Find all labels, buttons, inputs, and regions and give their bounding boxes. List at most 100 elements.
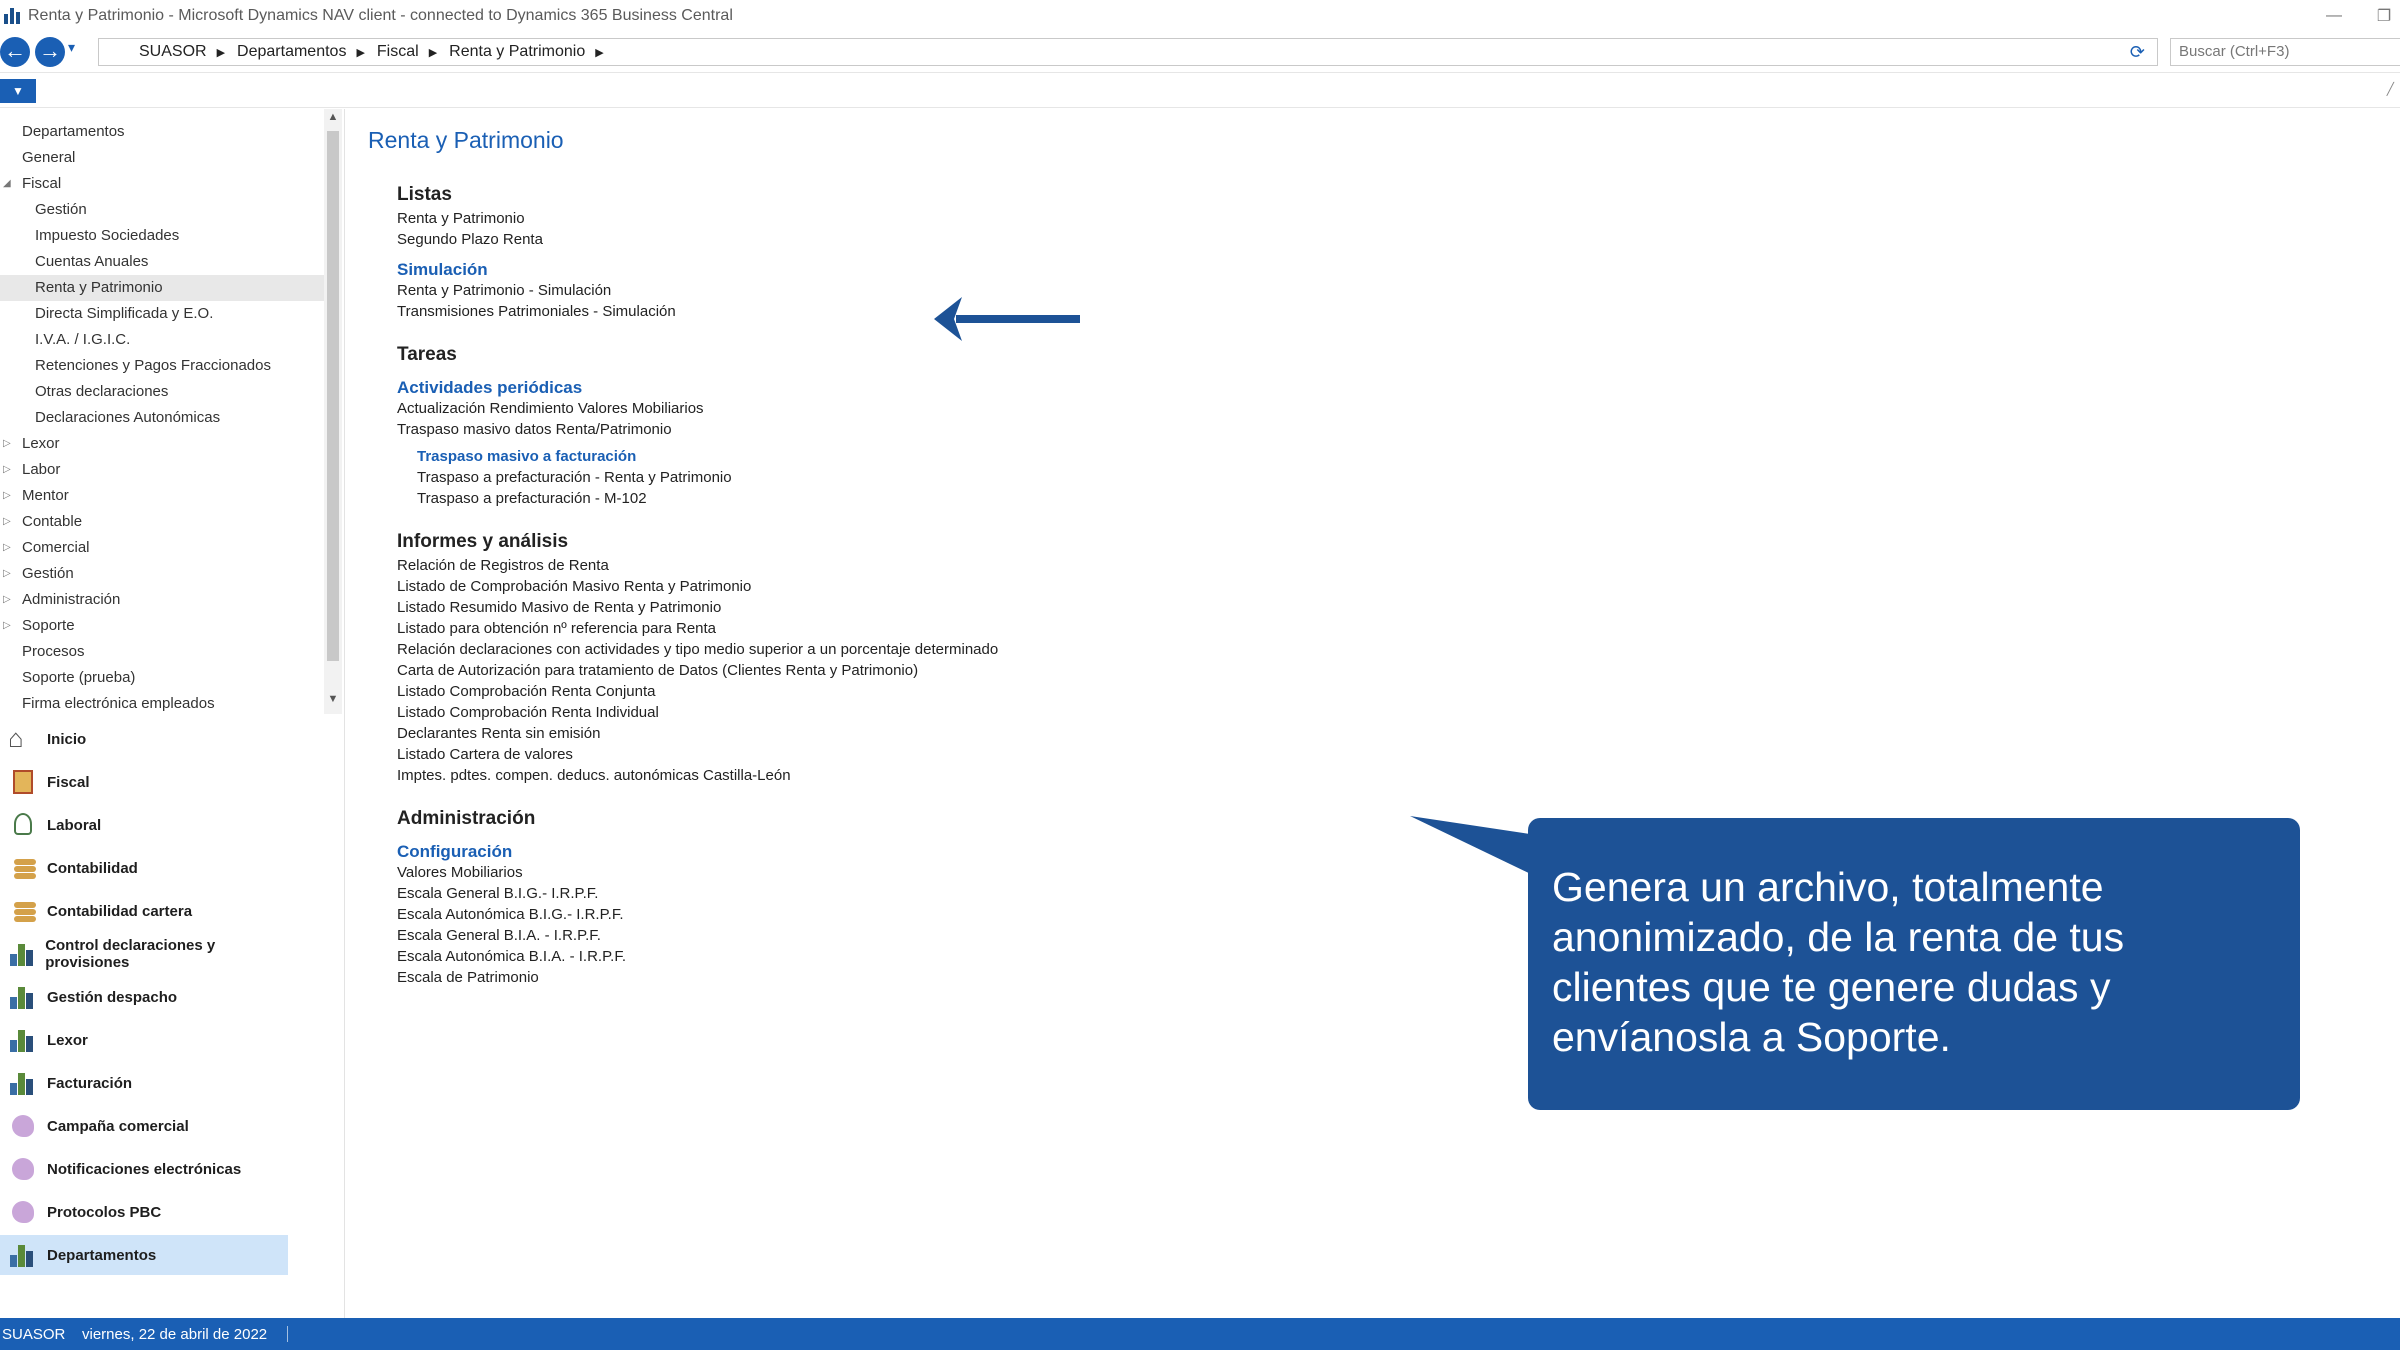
breadcrumb-item[interactable]: Fiscal — [377, 43, 419, 61]
tree-item[interactable]: ▷ Gestión — [0, 561, 324, 587]
tree-item[interactable]: Directa Simplificada y E.O. — [0, 301, 324, 327]
tree-item[interactable]: I.V.A. / I.G.I.C. — [0, 327, 324, 353]
ribbon-toggle-button[interactable]: ▼ — [0, 79, 36, 103]
action-link[interactable]: Escala Autonómica B.I.A. - I.R.P.F. — [397, 948, 626, 965]
expand-icon[interactable]: ▷ — [3, 535, 11, 561]
expand-icon[interactable]: ▷ — [3, 561, 11, 587]
expand-icon[interactable]: ▷ — [3, 509, 11, 535]
tree-item[interactable]: ◢ Fiscal — [0, 171, 324, 197]
action-link[interactable]: Carta de Autorización para tratamiento d… — [397, 662, 918, 679]
tree-item[interactable]: Retenciones y Pagos Fraccionados — [0, 353, 324, 379]
action-link[interactable]: Relación declaraciones con actividades y… — [397, 641, 998, 658]
action-link[interactable]: Escala General B.I.A. - I.R.P.F. — [397, 927, 601, 944]
expand-icon[interactable]: ▷ — [3, 431, 11, 457]
tree-item[interactable]: ▷ Contable — [0, 509, 324, 535]
breadcrumb-item[interactable]: SUASOR — [139, 43, 207, 61]
module-label: Fiscal — [47, 773, 90, 791]
action-link[interactable]: Listado de Comprobación Masivo Renta y P… — [397, 578, 751, 595]
breadcrumb-item[interactable]: Departamentos — [237, 43, 346, 61]
refresh-icon[interactable]: ⟳ — [2130, 42, 2145, 63]
scroll-up-icon[interactable]: ▲ — [326, 111, 340, 123]
action-link[interactable]: Escala de Patrimonio — [397, 969, 539, 986]
action-link[interactable]: Escala Autonómica B.I.G.- I.R.P.F. — [397, 906, 624, 923]
module-button[interactable]: Gestión despacho — [0, 977, 288, 1017]
address-bar[interactable]: SUASOR ▶ Departamentos ▶ Fiscal ▶ Renta y Patr… — [98, 38, 2158, 66]
tree-item-label: Soporte — [22, 617, 75, 634]
module-button[interactable]: Departamentos — [0, 1235, 288, 1275]
module-button[interactable]: Contabilidad cartera — [0, 891, 288, 931]
module-button[interactable]: Lexor — [0, 1020, 288, 1060]
module-button[interactable]: Laboral — [0, 805, 288, 845]
breadcrumb-separator-icon[interactable]: ▶ — [356, 46, 364, 59]
tree-item[interactable]: General — [0, 145, 324, 171]
action-link[interactable]: Imptes. pdtes. compen. deducs. autonómic… — [397, 767, 791, 784]
action-link[interactable]: Traspaso a prefacturación - Renta y Patr… — [417, 469, 732, 486]
tree-item-label: General — [22, 149, 76, 166]
action-link[interactable]: Traspaso a prefacturación - M-102 — [417, 490, 647, 507]
breadcrumb-separator-icon[interactable]: ▶ — [429, 46, 437, 59]
tree-item[interactable]: ▷ Mentor — [0, 483, 324, 509]
action-link[interactable]: Relación de Registros de Renta — [397, 557, 609, 574]
action-link[interactable]: Escala General B.I.G.- I.R.P.F. — [397, 885, 598, 902]
action-link[interactable]: Listado Cartera de valores — [397, 746, 573, 763]
action-link[interactable]: Listado para obtención nº referencia par… — [397, 620, 716, 637]
action-link[interactable]: Traspaso masivo datos Renta/Patrimonio — [397, 421, 672, 438]
tree-item[interactable]: Renta y Patrimonio — [0, 275, 324, 301]
action-link[interactable]: Declarantes Renta sin emisión — [397, 725, 600, 742]
action-link[interactable]: Renta y Patrimonio - Simulación — [397, 282, 611, 299]
module-button[interactable]: Protocolos PBC — [0, 1192, 288, 1232]
tree-item[interactable]: ▷ Labor — [0, 457, 324, 483]
expand-icon[interactable]: ▷ — [3, 587, 11, 613]
tree-item[interactable]: Departamentos — [0, 119, 324, 145]
tree-item[interactable]: Otras declaraciones — [0, 379, 324, 405]
window-controls: — ❐ — [2326, 0, 2400, 31]
action-link[interactable]: Transmisiones Patrimoniales - Simulación — [397, 303, 676, 320]
action-link[interactable]: Renta y Patrimonio — [397, 210, 525, 227]
tree-item[interactable]: Gestión — [0, 197, 324, 223]
tree-item-label: I.V.A. / I.G.I.C. — [35, 331, 131, 348]
breadcrumb-separator-icon[interactable]: ▶ — [595, 46, 603, 59]
restore-button[interactable]: ❐ — [2376, 6, 2392, 26]
tree-item-label: Comercial — [22, 539, 90, 556]
nav-client-window: Renta y Patrimonio - Microsoft Dynamics … — [0, 0, 2400, 1350]
module-button[interactable]: ⌂ Inicio — [0, 719, 288, 759]
tree-item[interactable]: ▷ Soporte — [0, 613, 324, 639]
action-link[interactable]: Listado Comprobación Renta Individual — [397, 704, 659, 721]
search-input[interactable]: Buscar (Ctrl+F3) — [2170, 38, 2400, 66]
module-button[interactable]: Fiscal — [0, 762, 288, 802]
module-button[interactable]: Notificaciones electrónicas — [0, 1149, 288, 1189]
back-button[interactable]: ← — [0, 37, 30, 67]
tree-item[interactable]: Impuesto Sociedades — [0, 223, 324, 249]
action-link[interactable]: Listado Resumido Masivo de Renta y Patri… — [397, 599, 721, 616]
scroll-down-icon[interactable]: ▼ — [326, 693, 340, 705]
tree-scrollbar[interactable]: ▲ ▼ — [324, 109, 342, 714]
scroll-thumb[interactable] — [327, 131, 339, 661]
collapse-icon[interactable]: ◢ — [3, 171, 11, 197]
tree-item-label: Renta y Patrimonio — [35, 279, 163, 296]
history-dropdown-icon[interactable]: ▾ — [68, 39, 75, 56]
expand-icon[interactable]: ▷ — [3, 613, 11, 639]
tree-item[interactable]: Soporte (prueba) — [0, 665, 324, 691]
tree-item[interactable]: Declaraciones Autonómicas — [0, 405, 324, 431]
module-button[interactable]: Campaña comercial — [0, 1106, 288, 1146]
expand-icon[interactable]: ▷ — [3, 483, 11, 509]
status-divider — [287, 1326, 289, 1342]
action-link[interactable]: Valores Mobiliarios — [397, 864, 523, 881]
module-button[interactable]: Control declaraciones y provisiones — [0, 934, 288, 974]
tree-item[interactable]: ▷ Lexor — [0, 431, 324, 457]
tree-item[interactable]: ▷ Comercial — [0, 535, 324, 561]
breadcrumb-item[interactable]: Renta y Patrimonio — [449, 43, 585, 61]
action-link[interactable]: Segundo Plazo Renta — [397, 231, 543, 248]
minimize-button[interactable]: — — [2326, 7, 2342, 25]
forward-button[interactable]: → — [35, 37, 65, 67]
tree-item[interactable]: Firma electrónica empleados — [0, 691, 324, 714]
breadcrumb-separator-icon[interactable]: ▶ — [217, 46, 225, 59]
tree-item[interactable]: ▷ Administración — [0, 587, 324, 613]
action-link[interactable]: Actualización Rendimiento Valores Mobili… — [397, 400, 704, 417]
tree-item[interactable]: Cuentas Anuales — [0, 249, 324, 275]
expand-icon[interactable]: ▷ — [3, 457, 11, 483]
module-button[interactable]: Contabilidad — [0, 848, 288, 888]
tree-item[interactable]: Procesos — [0, 639, 324, 665]
action-link[interactable]: Listado Comprobación Renta Conjunta — [397, 683, 656, 700]
module-button[interactable]: Facturación — [0, 1063, 288, 1103]
